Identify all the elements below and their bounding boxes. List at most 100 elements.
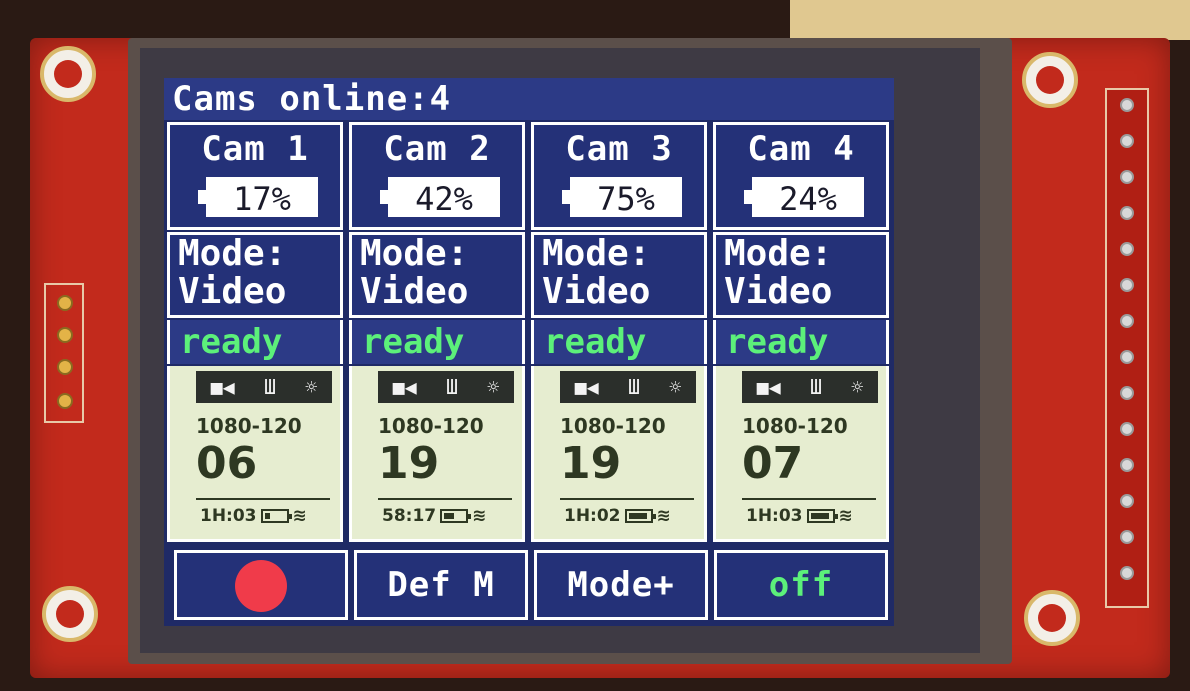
mode-label: Mode:: [542, 233, 651, 274]
camera-name: Cam 2: [383, 129, 491, 169]
file-count: 19: [560, 438, 622, 489]
pin: [1120, 278, 1134, 292]
mode-label: Mode:: [724, 233, 833, 274]
resolution-text: 1080-120: [560, 414, 666, 438]
battery-level: 17%: [198, 177, 318, 218]
mount-hole: [1022, 52, 1078, 108]
camera-lcd-mirror: ■◀ Ш ☼ 1080-120 07 1H:03 ≋: [713, 366, 889, 542]
pin: [1120, 530, 1134, 544]
cams-online-count: 4: [429, 79, 452, 119]
sun-icon: ☼: [487, 375, 500, 399]
camera-header[interactable]: Cam 2 42%: [349, 122, 525, 230]
remaining-time: 58:17: [382, 506, 437, 526]
mode-value: Video: [542, 271, 651, 312]
remaining-time: 1H:03: [200, 506, 257, 526]
camera-name: Cam 4: [747, 129, 855, 169]
wifi-icon: ≋: [292, 506, 307, 526]
mode-panel[interactable]: Mode: Video: [713, 232, 889, 318]
camera-header[interactable]: Cam 1 17%: [167, 122, 343, 230]
camera-name: Cam 3: [565, 129, 673, 169]
camera-lcd-mirror: ■◀ Ш ☼ 1080-120 19 1H:02 ≋: [531, 366, 707, 542]
mode-panel[interactable]: Mode: Video: [531, 232, 707, 318]
camera-column-2: Cam 2 42% Mode: Video ready ■◀ Ш ☼ 1080-…: [346, 122, 526, 542]
resolution-text: 1080-120: [378, 414, 484, 438]
status-text: ready: [167, 320, 343, 364]
pin: [1120, 314, 1134, 328]
left-pin-header: [44, 283, 84, 423]
camera-grid: Cam 1 17% Mode: Video ready ■◀ Ш ☼ 1080-…: [164, 122, 894, 542]
wifi-icon: ≋: [838, 506, 853, 526]
pin: [57, 359, 73, 375]
pin: [1120, 242, 1134, 256]
action-button-row: Def M Mode+ off: [164, 550, 894, 626]
wifi-icon: ≋: [656, 506, 671, 526]
mini-battery-icon: [624, 509, 656, 523]
remaining-time: 1H:02: [564, 506, 621, 526]
battery-level: 75%: [562, 177, 682, 218]
mode-plus-button[interactable]: Mode+: [534, 550, 708, 620]
camera-column-1: Cam 1 17% Mode: Video ready ■◀ Ш ☼ 1080-…: [164, 122, 344, 542]
default-mode-button[interactable]: Def M: [354, 550, 528, 620]
video-camera-icon: ■◀: [392, 375, 417, 399]
mount-hole: [42, 586, 98, 642]
camera-header[interactable]: Cam 3 75%: [531, 122, 707, 230]
pin: [1120, 458, 1134, 472]
mode-value: Video: [178, 271, 287, 312]
sun-icon: ☼: [305, 375, 318, 399]
protune-icon: Ш: [263, 375, 277, 399]
mode-panel[interactable]: Mode: Video: [167, 232, 343, 318]
camera-footer: 58:17 ≋: [382, 506, 486, 526]
mini-battery-icon: [440, 509, 472, 523]
pin: [1120, 350, 1134, 364]
mount-hole: [1024, 590, 1080, 646]
record-button[interactable]: [174, 550, 348, 620]
wifi-icon: ≋: [472, 506, 487, 526]
record-icon: [235, 560, 287, 612]
cams-online-label: Cams online:: [172, 79, 430, 119]
mount-hole: [40, 46, 96, 102]
camera-footer: 1H:03 ≋: [200, 506, 307, 526]
resolution-text: 1080-120: [742, 414, 848, 438]
pin: [1120, 386, 1134, 400]
file-count: 19: [378, 438, 440, 489]
protune-icon: Ш: [445, 375, 459, 399]
camera-header[interactable]: Cam 4 24%: [713, 122, 889, 230]
camera-icon-strip: ■◀ Ш ☼: [378, 371, 514, 403]
background-wall: [790, 0, 1190, 40]
resolution-text: 1080-120: [196, 414, 302, 438]
mini-battery-icon: [806, 509, 838, 523]
camera-column-4: Cam 4 24% Mode: Video ready ■◀ Ш ☼ 1080-…: [710, 122, 890, 542]
pin: [1120, 566, 1134, 580]
divider: [742, 498, 876, 500]
camera-icon-strip: ■◀ Ш ☼: [196, 371, 332, 403]
sun-icon: ☼: [669, 375, 682, 399]
pin: [1120, 422, 1134, 436]
power-off-button[interactable]: off: [714, 550, 888, 620]
pin: [57, 393, 73, 409]
cams-online-header: Cams online:4: [164, 78, 894, 120]
mini-battery-icon: [260, 509, 292, 523]
status-text: ready: [531, 320, 707, 364]
lcd-screen: Cams online:4 Cam 1 17% Mode: Video read…: [164, 78, 894, 626]
pin: [57, 295, 73, 311]
battery-level: 42%: [380, 177, 500, 218]
pin: [1120, 134, 1134, 148]
file-count: 06: [196, 438, 258, 489]
sun-icon: ☼: [851, 375, 864, 399]
pin: [1120, 206, 1134, 220]
pin: [1120, 98, 1134, 112]
mode-label: Mode:: [178, 233, 287, 274]
camera-footer: 1H:03 ≋: [746, 506, 853, 526]
camera-name: Cam 1: [201, 129, 309, 169]
video-camera-icon: ■◀: [574, 375, 599, 399]
mode-label: Mode:: [360, 233, 469, 274]
pin: [57, 327, 73, 343]
camera-column-3: Cam 3 75% Mode: Video ready ■◀ Ш ☼ 1080-…: [528, 122, 708, 542]
mode-panel[interactable]: Mode: Video: [349, 232, 525, 318]
file-count: 07: [742, 438, 804, 489]
pin: [1120, 170, 1134, 184]
divider: [196, 498, 330, 500]
protune-icon: Ш: [809, 375, 823, 399]
camera-lcd-mirror: ■◀ Ш ☼ 1080-120 19 58:17 ≋: [349, 366, 525, 542]
status-text: ready: [349, 320, 525, 364]
